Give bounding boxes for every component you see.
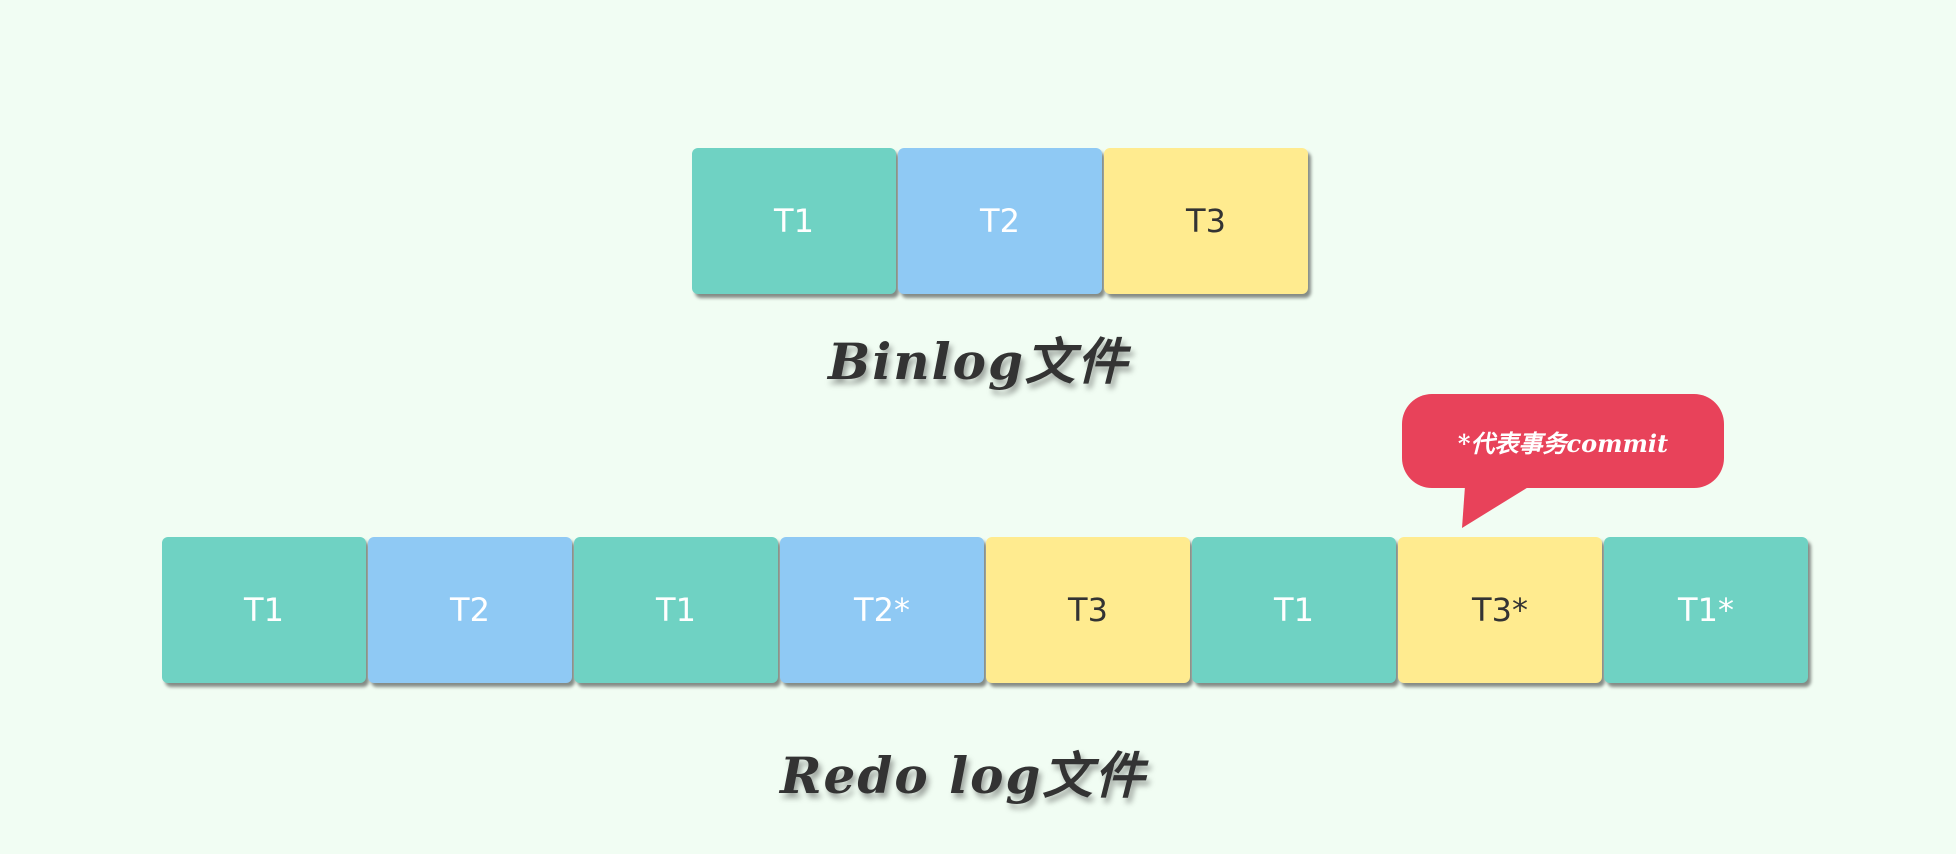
redo-block-t1: T1 xyxy=(574,537,778,683)
redo-block-t3-commit: T3* xyxy=(1398,537,1602,683)
commit-callout: *代表事务commit xyxy=(1402,394,1724,488)
redo-block-t3: T3 xyxy=(986,537,1190,683)
redo-block-t1: T1 xyxy=(162,537,366,683)
redo-block-t2: T2 xyxy=(368,537,572,683)
redo-block-t2-commit: T2* xyxy=(780,537,984,683)
binlog-caption: Binlog文件 xyxy=(828,332,1129,391)
commit-callout-text: *代表事务commit xyxy=(1457,428,1669,458)
redo-block-t1-commit: T1* xyxy=(1604,537,1808,683)
binlog-block-t2: T2 xyxy=(898,148,1102,294)
binlog-block-t1: T1 xyxy=(692,148,896,294)
redo-log-caption: Redo log文件 xyxy=(780,746,1147,805)
binlog-block-row: T1 T2 T3 xyxy=(692,148,1308,294)
redo-block-row: T1 T2 T1 T2* T3 T1 T3* T1* xyxy=(162,537,1808,683)
binlog-block-t3: T3 xyxy=(1104,148,1308,294)
callout-pointer xyxy=(1462,486,1530,528)
redo-block-t1: T1 xyxy=(1192,537,1396,683)
